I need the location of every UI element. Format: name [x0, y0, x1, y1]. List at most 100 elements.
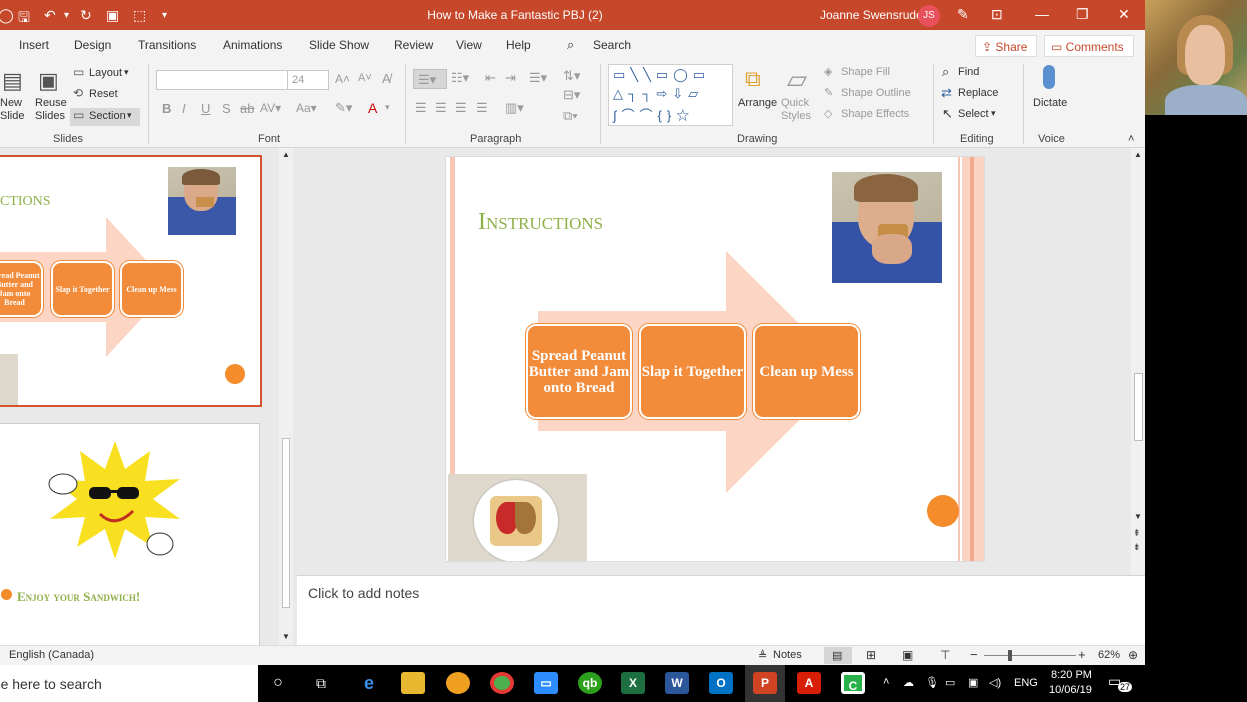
quick-styles-button[interactable]: Quick Styles [781, 97, 817, 123]
zoom-app-icon[interactable]: ▭ [534, 672, 558, 694]
tab-slide-show[interactable]: Slide Show [309, 38, 369, 52]
font-name-combo[interactable] [156, 70, 288, 90]
shapes-gallery[interactable]: ▭╲╲▭◯▭ △┐┐⇨⇩▱ ∫⌒⌒{}☆ [608, 64, 733, 126]
increase-indent-icon[interactable]: ⇥ [505, 70, 516, 86]
layout-button[interactable]: Layout [89, 67, 122, 79]
next-slide-icon[interactable]: ⇟ [1133, 542, 1141, 553]
edge-icon[interactable]: e [357, 672, 381, 694]
restore-icon[interactable]: ❐ [1076, 6, 1089, 23]
change-case-icon[interactable]: Aa▾ [296, 101, 317, 115]
numbering-icon[interactable]: ☷▾ [451, 70, 469, 86]
tab-transitions[interactable]: Transitions [138, 38, 196, 52]
find-icon[interactable]: ⌕ [942, 64, 949, 80]
char-spacing-icon[interactable]: AV▾ [260, 101, 281, 115]
shapes-row-1-icon[interactable]: ▭╲╲▭◯▭ [613, 67, 710, 83]
editor-scroll-thumb[interactable] [1134, 373, 1143, 441]
step-box-2[interactable]: Slap it Together [639, 324, 746, 419]
replace-button[interactable]: Replace [958, 87, 998, 99]
microphone-icon[interactable] [1043, 65, 1055, 89]
decrease-font-icon[interactable]: A˅ [358, 72, 372, 84]
select-dropdown-icon[interactable]: ▾ [991, 108, 996, 119]
battery-icon[interactable]: ▭ [945, 676, 955, 689]
align-center-icon[interactable]: ☰ [435, 100, 447, 116]
font-color-dropdown-icon[interactable]: ▾ [385, 102, 390, 113]
tell-me-search[interactable]: Search [593, 38, 631, 52]
replace-icon[interactable]: ⇄ [941, 85, 952, 101]
network-icon[interactable]: ▣ [968, 676, 978, 689]
zoom-out-icon[interactable]: − [970, 647, 978, 662]
justify-icon[interactable]: ☰ [476, 100, 488, 116]
normal-view-button[interactable]: ▤ [824, 647, 852, 664]
taskbar-search-box[interactable]: Type here to search [0, 665, 258, 702]
shape-effects-icon[interactable]: ◇ [824, 107, 832, 120]
shadow-icon[interactable]: S [222, 101, 231, 116]
new-slide-icon[interactable]: ▤ [2, 68, 23, 94]
tab-design[interactable]: Design [74, 38, 111, 52]
font-size-combo[interactable]: 24 [287, 70, 329, 90]
close-icon[interactable]: ✕ [1118, 6, 1130, 23]
notes-button[interactable]: Notes [773, 649, 802, 661]
slide-thumbnail-2[interactable]: Enjoy your Sandwich! [0, 423, 260, 645]
bullets-button[interactable]: ☰▾ [413, 69, 447, 89]
tab-animations[interactable]: Animations [223, 38, 282, 52]
powerpoint-icon[interactable]: P [753, 672, 777, 694]
section-icon[interactable]: ▭ [73, 108, 84, 122]
reuse-slides-icon[interactable]: ▣ [38, 68, 59, 94]
align-left-icon[interactable]: ☰ [415, 100, 427, 116]
user-name[interactable]: Joanne Swensrude [820, 8, 923, 22]
notes-icon[interactable]: ≜ [758, 649, 767, 662]
thumbnail-scrollbar[interactable]: ▲ ▼ [279, 148, 293, 645]
reading-view-icon[interactable]: ▣ [902, 648, 913, 662]
slide-thumbnail-1[interactable]: CTIONS Spread Peanut Butter and Jam onto… [0, 155, 262, 407]
italic-icon[interactable]: I [182, 101, 186, 116]
collapse-ribbon-icon[interactable]: ˄ [1128, 133, 1134, 145]
app-icon-orange[interactable] [446, 672, 470, 694]
taskbar-search-text[interactable]: Type here to search [0, 676, 102, 692]
find-button[interactable]: Find [958, 66, 979, 78]
cortana-icon[interactable]: ○ [266, 672, 290, 694]
acrobat-icon[interactable]: A [797, 672, 821, 694]
editor-scroll-up-icon[interactable]: ▲ [1134, 150, 1142, 159]
outlook-icon[interactable]: O [709, 672, 733, 694]
slideshow-icon[interactable]: ⊤ [940, 648, 950, 662]
scroll-down-icon[interactable]: ▼ [282, 632, 290, 641]
tab-review[interactable]: Review [394, 38, 433, 52]
tray-overflow-icon[interactable]: ˄ [883, 676, 889, 688]
shape-fill-button[interactable]: Shape Fill [841, 66, 890, 78]
notes-pane[interactable]: Click to add notes [297, 575, 1145, 645]
camtasia-icon[interactable]: C [841, 672, 865, 694]
line-spacing-icon[interactable]: ☰▾ [529, 70, 547, 86]
share-button[interactable]: ⇪ Share [975, 35, 1037, 57]
clock-time[interactable]: 8:20 PM [1051, 669, 1092, 681]
shape-effects-button[interactable]: Shape Effects [841, 108, 909, 120]
scroll-up-icon[interactable]: ▲ [282, 150, 290, 159]
columns-icon[interactable]: ▥▾ [505, 100, 524, 116]
chrome-icon[interactable] [490, 672, 514, 694]
mic-tray-icon[interactable]: 🎙 [925, 676, 939, 689]
comments-button[interactable]: ▭ Comments [1044, 35, 1134, 57]
step-box-1[interactable]: Spread Peanut Butter and Jam onto Bread [526, 324, 632, 419]
zoom-level[interactable]: 62% [1098, 649, 1120, 661]
new-slide-button[interactable]: New Slide [0, 97, 28, 123]
word-icon[interactable]: W [665, 672, 689, 694]
dictate-button[interactable]: Dictate [1033, 97, 1067, 109]
arrange-icon[interactable]: ⧉ [745, 66, 761, 92]
minimize-icon[interactable]: — [1035, 6, 1049, 22]
current-slide[interactable]: Instructions Spread Peanut Butter and Ja… [445, 156, 985, 562]
decrease-indent-icon[interactable]: ⇤ [485, 70, 496, 86]
smartart-icon[interactable]: ⧉▾ [563, 108, 578, 124]
language-indicator[interactable]: English (Canada) [9, 649, 94, 661]
reuse-slides-button[interactable]: Reuse Slides [35, 97, 67, 123]
boy-eating-photo[interactable] [832, 172, 942, 283]
reset-icon[interactable]: ⟲ [73, 86, 83, 100]
select-icon[interactable]: ↖ [942, 106, 953, 122]
clear-formatting-icon[interactable]: A̸ [382, 71, 391, 86]
avatar[interactable]: JS [918, 5, 940, 27]
shape-fill-icon[interactable]: ◈ [824, 65, 832, 78]
reset-button[interactable]: Reset [89, 88, 118, 100]
fit-slide-icon[interactable]: ⊕ [1128, 648, 1138, 662]
shape-outline-icon[interactable]: ✎ [824, 86, 833, 99]
arrange-button[interactable]: Arrange [738, 97, 777, 109]
shape-outline-button[interactable]: Shape Outline [841, 87, 911, 99]
tab-insert[interactable]: Insert [19, 38, 49, 52]
